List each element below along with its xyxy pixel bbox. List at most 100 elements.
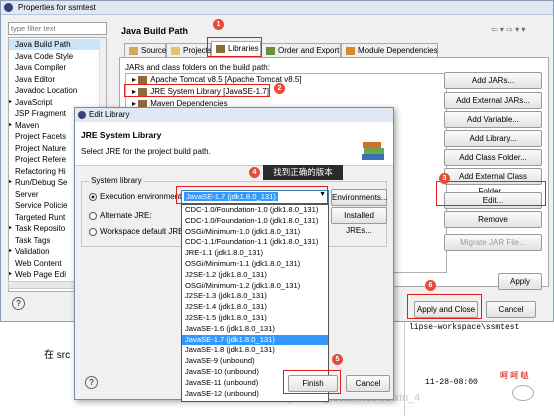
environments-button[interactable]: Environments... xyxy=(331,189,388,206)
sticker-face xyxy=(512,385,534,401)
module-icon xyxy=(346,46,355,55)
step-badge-5: 5 xyxy=(332,354,343,365)
tree-item[interactable]: ▸ Web Page Edi xyxy=(9,269,66,281)
cancel-button[interactable]: Cancel xyxy=(486,301,536,318)
jar-library-icon xyxy=(138,75,148,84)
dropdown-option[interactable]: J2SE-1.3 (jdk1.8.0_131) xyxy=(182,291,328,302)
dropdown-option[interactable]: J2SE-1.5 (jdk1.8.0_131) xyxy=(182,313,328,324)
help-icon[interactable]: ? xyxy=(12,297,25,310)
title-bar: Properties for ssmtest xyxy=(1,1,553,15)
dialog-cancel-button[interactable]: Cancel xyxy=(346,375,390,392)
tree-item[interactable]: Service Policie xyxy=(15,200,67,212)
tab-module-dependencies[interactable]: Module Dependencies xyxy=(341,43,438,58)
radio-icon xyxy=(89,211,97,220)
section-title: Java Build Path xyxy=(121,26,189,36)
expand-arrow-icon[interactable]: ▸ xyxy=(9,120,12,132)
console-line: lipse-workspace\ssmtest xyxy=(409,323,520,332)
tree-item[interactable]: Task Tags xyxy=(15,235,50,247)
edit-library-dialog: Edit Library JRE System Library Select J… xyxy=(74,107,394,402)
dialog-title-bar: Edit Library xyxy=(75,108,393,122)
step-badge-2: 2 xyxy=(274,83,285,94)
highlight-libraries-tab xyxy=(207,37,262,57)
step-badge-6: 6 xyxy=(425,280,436,291)
dropdown-option[interactable]: J2SE-1.2 (jdk1.8.0_131) xyxy=(182,270,328,281)
dialog-subtitle: Select JRE for the project build path. xyxy=(81,147,211,156)
tree-item[interactable]: ▸ Task Reposito xyxy=(9,223,65,235)
dropdown-option[interactable]: OSGi/Minimum-1.0 (jdk1.8.0_131) xyxy=(182,227,328,238)
tab-source[interactable]: Source xyxy=(124,43,166,58)
tree-item[interactable]: Web Content xyxy=(15,258,62,270)
dropdown-option[interactable]: CDC-1.0/Foundation-1.0 (jdk1.8.0_131) xyxy=(182,216,328,227)
group-label: System library xyxy=(89,176,144,185)
tree-item[interactable]: Java Compiler xyxy=(15,62,66,74)
expand-arrow-icon[interactable]: ▸ xyxy=(9,223,12,235)
tree-item[interactable]: ▸ Maven xyxy=(9,120,39,132)
tree-item[interactable]: ▸ JavaScript xyxy=(9,97,52,109)
expand-arrow-icon[interactable]: ▸ xyxy=(9,97,12,109)
add-jars-button[interactable]: Add JARs... xyxy=(444,72,542,89)
books-icon xyxy=(359,136,387,164)
dialog-title: Edit Library xyxy=(89,110,130,119)
tree-item[interactable]: Refactoring Hi xyxy=(15,166,66,178)
tab-order-export[interactable]: Order and Export xyxy=(261,43,341,58)
tree-item[interactable]: Project Refere xyxy=(15,154,66,166)
console-timestamp: 11-28-08:00 xyxy=(425,378,478,387)
dropdown-option[interactable]: OSGi/Minimum-1.2 (jdk1.8.0_131) xyxy=(182,281,328,292)
background-side-text: 在 src xyxy=(44,350,71,361)
highlight-jre-library xyxy=(124,84,270,97)
dialog-heading: JRE System Library xyxy=(81,130,162,140)
tree-item[interactable]: Java Build Path xyxy=(15,39,71,51)
dropdown-option[interactable]: CDC-1.0/Foundation-1.0 (jdk1.8.0_131) xyxy=(182,205,328,216)
dropdown-option[interactable]: JavaSE-1.7 (jdk1.8.0_131) xyxy=(182,334,328,346)
step-badge-3: 3 xyxy=(439,173,450,184)
tree-item[interactable]: ▸ Run/Debug Se xyxy=(9,177,67,189)
highlight-combo xyxy=(176,186,328,204)
eclipse-icon xyxy=(4,3,13,12)
tree-item[interactable]: Java Code Style xyxy=(15,51,73,63)
filter-input[interactable] xyxy=(8,22,107,35)
tree-item[interactable]: ▸ Validation xyxy=(9,246,50,258)
dialog-icon xyxy=(78,111,86,119)
tree-item[interactable]: JSP Fragment xyxy=(15,108,66,120)
apply-button[interactable]: Apply xyxy=(498,273,542,290)
sticker-text: 呵 呵 哒 xyxy=(500,371,529,380)
expand-arrow-icon[interactable]: ▸ xyxy=(9,269,12,281)
dialog-help-icon[interactable]: ? xyxy=(85,376,98,389)
remove-button[interactable]: Remove xyxy=(444,211,542,228)
dropdown-option[interactable]: JavaSE-9 (unbound) xyxy=(182,356,328,367)
add-library-button[interactable]: Add Library... xyxy=(444,130,542,147)
radio-icon xyxy=(89,227,97,236)
installed-jres-button[interactable]: Installed JREs... xyxy=(331,207,387,235)
add-external-jars-button[interactable]: Add External JARs... xyxy=(444,92,542,109)
highlight-edit-button xyxy=(436,181,546,206)
tree-item[interactable]: Project Facets xyxy=(15,131,66,143)
libs-label: JARs and class folders on the build path… xyxy=(125,63,270,72)
dropdown-option[interactable]: JavaSE-1.8 (jdk1.8.0_131) xyxy=(182,345,328,356)
step-badge-1: 1 xyxy=(213,19,224,30)
tab-projects[interactable]: Projects xyxy=(166,43,212,58)
dropdown-option[interactable]: CDC-1.1/Foundation-1.1 (jdk1.8.0_131) xyxy=(182,237,328,248)
radio-execution-env[interactable]: Execution environment: xyxy=(89,192,184,201)
projects-icon xyxy=(171,46,180,55)
dropdown-option[interactable]: JRE-1.1 (jdk1.8.0_131) xyxy=(182,248,328,259)
radio-selected-icon xyxy=(89,192,97,201)
add-variable-button[interactable]: Add Variable... xyxy=(444,111,542,128)
tree-item[interactable]: Java Editor xyxy=(15,74,55,86)
migrate-jar-button[interactable]: Migrate JAR File... xyxy=(444,234,542,251)
expand-arrow-icon[interactable]: ▸ xyxy=(9,246,12,258)
tree-item[interactable]: Project Nature xyxy=(15,143,66,155)
sticker: 呵 呵 哒 xyxy=(500,370,550,412)
annotation-tooltip: 找到正确的版本 xyxy=(263,165,343,180)
dropdown-option[interactable]: JavaSE-1.6 (jdk1.8.0_131) xyxy=(182,324,328,335)
order-icon xyxy=(266,46,275,55)
tree-item[interactable]: Server xyxy=(15,189,39,201)
dropdown-option[interactable]: J2SE-1.4 (jdk1.8.0_131) xyxy=(182,302,328,313)
nav-arrows[interactable]: ⇦ ▾ ⇨ ▾ ▾ xyxy=(491,25,525,34)
radio-alternate-jre[interactable]: Alternate JRE: xyxy=(89,211,152,220)
add-class-folder-button[interactable]: Add Class Folder... xyxy=(444,149,542,166)
expand-arrow-icon[interactable]: ▸ xyxy=(9,177,12,189)
dialog-header: JRE System Library Select JRE for the pr… xyxy=(75,122,393,166)
tree-item[interactable]: Targeted Runt xyxy=(15,212,65,224)
dropdown-option[interactable]: OSGi/Minimum-1.1 (jdk1.8.0_131) xyxy=(182,259,328,270)
tree-item[interactable]: Javadoc Location xyxy=(15,85,77,97)
